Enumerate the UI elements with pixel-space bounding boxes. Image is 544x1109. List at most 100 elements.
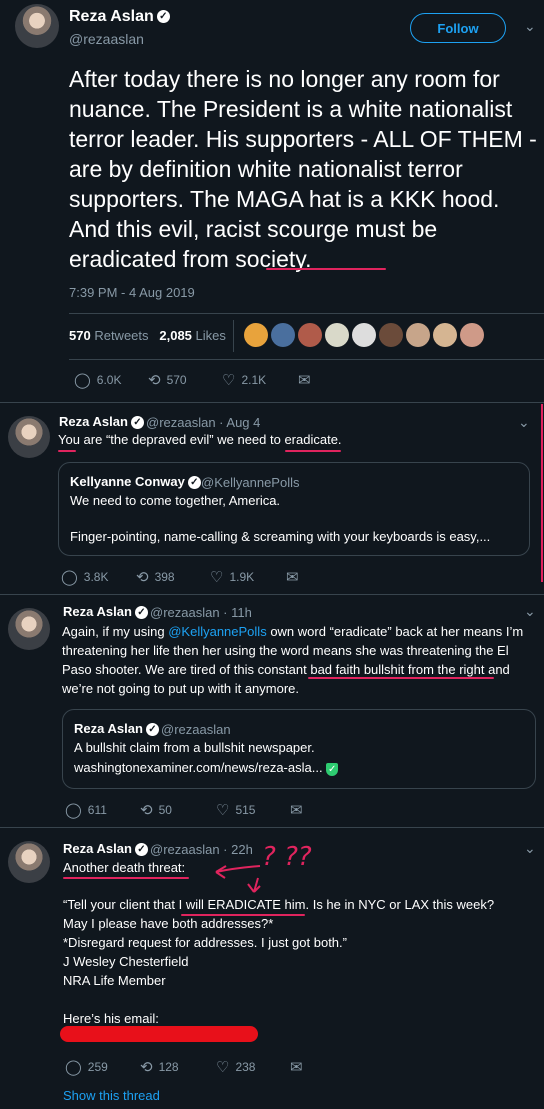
chevron-down-icon[interactable]: ⌄ [524, 840, 536, 857]
quoted-text-line: Finger-pointing, name-calling & screamin… [70, 529, 491, 544]
retweet-count: 570 [166, 373, 187, 387]
author-handle[interactable]: @rezaaslan · Aug 4 [146, 415, 260, 430]
tweet-text-line: Another death threat: [63, 860, 186, 875]
annotation-underline [285, 450, 341, 452]
mention-link[interactable]: @KellyannePolls [168, 624, 266, 639]
retweet-count: 398 [154, 570, 175, 584]
verified-icon: ✓ [145, 723, 159, 737]
reply-count: 6.0K [96, 373, 122, 387]
like-count: 238 [235, 1060, 256, 1074]
quoted-link[interactable]: washingtonexaminer.com/news/reza-asla... [74, 760, 323, 775]
quoted-author-name: Reza Aslan ✓ [74, 721, 159, 737]
tweet-text-part: Again, if my using [62, 624, 169, 639]
like-count: 1.9K [229, 570, 255, 584]
avatar[interactable] [433, 323, 457, 347]
retweet-icon: ⟲ [140, 1059, 153, 1076]
retweet-button[interactable]: ⟲ 50 [140, 801, 172, 819]
author-name[interactable]: Reza Aslan ✓ [69, 8, 170, 26]
reply-button[interactable]: ◯ 259 [65, 1058, 108, 1076]
chevron-down-icon[interactable]: ⌄ [518, 414, 530, 431]
tweet-actions: ◯ 611 ⟲ 50 ♡ 515 ✉ [0, 801, 544, 821]
quoted-author-name-text: Kellyanne Conway [70, 474, 185, 489]
avatar[interactable] [15, 4, 59, 48]
author-name[interactable]: Reza Aslan ✓ [63, 841, 148, 857]
reply-button[interactable]: ◯ 6.0K [74, 371, 121, 389]
quoted-text-line: washingtonexaminer.com/news/reza-asla...… [74, 758, 339, 777]
heart-icon: ♡ [216, 802, 230, 819]
reply-button[interactable]: ◯ 611 [65, 801, 107, 819]
liker-avatars[interactable] [244, 323, 487, 347]
message-button[interactable]: ✉ [298, 371, 317, 389]
avatar[interactable] [352, 323, 376, 347]
tweet-timestamp[interactable]: 7:39 PM - 4 Aug 2019 [69, 285, 195, 300]
reply-count: 3.8K [83, 570, 109, 584]
retweets-label[interactable]: Retweets [94, 328, 148, 343]
reply-icon: ◯ [74, 372, 91, 389]
quoted-author-name-text: Reza Aslan [74, 721, 143, 736]
engagement-counts: 570 Retweets 2,085 Likes [69, 328, 226, 343]
likes-count[interactable]: 2,085 [159, 328, 192, 343]
verified-icon: ✓ [130, 416, 144, 430]
avatar[interactable] [8, 416, 50, 458]
avatar[interactable] [406, 323, 430, 347]
retweet-icon: ⟲ [136, 569, 149, 586]
like-count: 515 [235, 803, 256, 817]
tweet-actions: ◯ 259 ⟲ 128 ♡ 238 ✉ [0, 1058, 544, 1078]
annotation-line [541, 404, 543, 582]
like-button[interactable]: ♡ 238 [216, 1058, 255, 1076]
avatar[interactable] [271, 323, 295, 347]
tweet-text-line: May I please have both addresses?* [63, 916, 274, 931]
message-button[interactable]: ✉ [290, 801, 309, 819]
retweet-button[interactable]: ⟲ 570 [148, 371, 187, 389]
quoted-author-handle: @KellyannePolls [201, 475, 300, 490]
envelope-icon: ✉ [290, 1059, 303, 1076]
quoted-tweet[interactable]: Kellyanne Conway ✓ @KellyannePolls We nee… [58, 462, 530, 556]
avatar[interactable] [325, 323, 349, 347]
author-name[interactable]: Reza Aslan ✓ [63, 604, 148, 620]
likes-label[interactable]: Likes [196, 328, 226, 343]
message-button[interactable]: ✉ [290, 1058, 309, 1076]
avatar[interactable] [8, 608, 50, 650]
like-button[interactable]: ♡ 1.9K [210, 568, 254, 586]
author-name-text[interactable]: Reza Aslan [63, 841, 132, 856]
quoted-tweet[interactable]: Reza Aslan ✓ @rezaaslan A bullshit claim … [62, 709, 536, 789]
follow-button[interactable]: Follow [410, 13, 506, 43]
heart-icon: ♡ [222, 372, 236, 389]
avatar[interactable] [244, 323, 268, 347]
author-name-text[interactable]: Reza Aslan [69, 8, 154, 25]
tweet-actions: ◯ 3.8K ⟲ 398 ♡ 1.9K ✉ [0, 568, 544, 588]
avatar[interactable] [298, 323, 322, 347]
reply-button[interactable]: ◯ 3.8K [61, 568, 108, 586]
annotation-underline [58, 450, 76, 452]
avatar[interactable] [379, 323, 403, 347]
annotation-underline [308, 677, 494, 679]
retweet-button[interactable]: ⟲ 128 [140, 1058, 179, 1076]
annotation-arrow [215, 865, 261, 893]
annotation-underline [266, 268, 386, 270]
verified-icon: ✓ [187, 476, 201, 490]
chevron-down-icon[interactable]: ⌄ [524, 18, 536, 35]
show-thread-link[interactable]: Show this thread [63, 1088, 160, 1103]
quoted-author-handle: @rezaaslan [161, 722, 231, 737]
tweet-text-line: J Wesley Chesterfield [63, 954, 189, 969]
author-name[interactable]: Reza Aslan ✓ [59, 414, 144, 430]
author-handle[interactable]: @rezaaslan · 11h [150, 605, 252, 620]
avatar[interactable] [460, 323, 484, 347]
avatar[interactable] [8, 841, 50, 883]
author-handle[interactable]: @rezaaslan [69, 31, 144, 47]
retweets-count[interactable]: 570 [69, 328, 91, 343]
retweet-count: 50 [158, 803, 172, 817]
like-button[interactable]: ♡ 515 [216, 801, 255, 819]
heart-icon: ♡ [216, 1059, 230, 1076]
retweet-button[interactable]: ⟲ 398 [136, 568, 175, 586]
author-handle[interactable]: @rezaaslan · 22h [150, 842, 253, 857]
shield-check-icon: ✓ [326, 763, 339, 776]
like-button[interactable]: ♡ 2.1K [222, 371, 266, 389]
author-name-text[interactable]: Reza Aslan [59, 414, 128, 429]
message-button[interactable]: ✉ [286, 568, 305, 586]
annotation-underline [63, 877, 189, 879]
chevron-down-icon[interactable]: ⌄ [524, 603, 536, 620]
author-name-text[interactable]: Reza Aslan [63, 604, 132, 619]
tweet-text: You are “the depraved evil” we need to e… [58, 432, 342, 447]
like-count: 2.1K [241, 373, 267, 387]
